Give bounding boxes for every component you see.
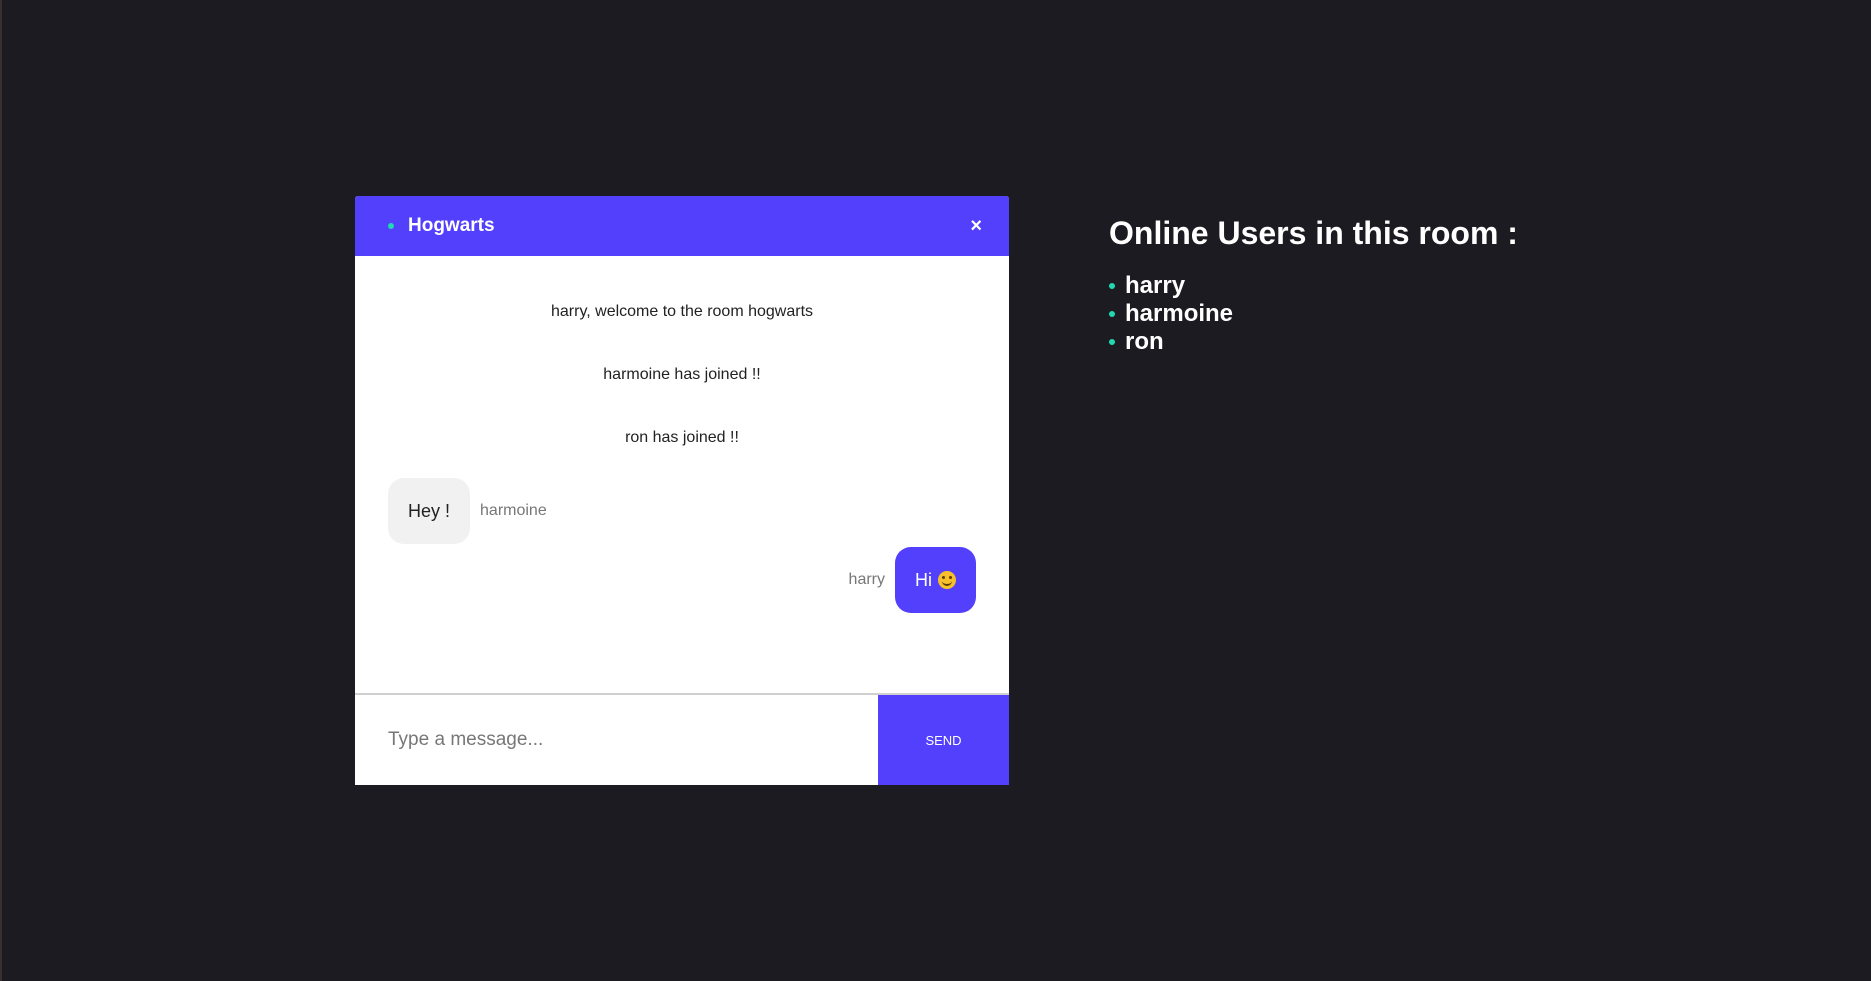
online-user-name: harmoine <box>1125 300 1234 327</box>
message-text: Hi <box>915 569 932 590</box>
system-message: harry, welcome to the room hogwarts <box>550 303 814 320</box>
sender-name: harry <box>848 571 885 588</box>
online-user-item: harmoine <box>1109 300 1518 328</box>
close-button[interactable]: × <box>970 216 982 236</box>
bullet-icon <box>1109 311 1115 317</box>
message-text: Hey ! <box>408 500 451 521</box>
message-input[interactable] <box>355 695 878 785</box>
outgoing-message-row: harry Hi <box>849 547 976 613</box>
message-list: harry, welcome to the room hogwarts harm… <box>355 256 1009 691</box>
online-user-item: ron <box>1109 328 1518 356</box>
incoming-message-row: Hey ! harmoine <box>388 478 547 544</box>
send-button[interactable]: SEND <box>878 695 1009 785</box>
bullet-icon <box>1109 283 1115 289</box>
online-status-icon <box>388 223 394 229</box>
system-message: harmoine has joined !! <box>603 366 761 383</box>
room-title: Hogwarts <box>408 215 495 236</box>
smile-icon <box>938 571 956 589</box>
chat-header: Hogwarts × <box>355 196 1009 256</box>
online-users-panel: Online Users in this room : harry harmoi… <box>1109 215 1518 356</box>
message-composer: SEND <box>355 693 1009 785</box>
system-message: ron has joined !! <box>625 429 739 446</box>
online-user-name: ron <box>1125 328 1164 355</box>
online-user-item: harry <box>1109 272 1518 300</box>
sender-name: harmoine <box>480 502 547 519</box>
bullet-icon <box>1109 339 1115 345</box>
online-user-name: harry <box>1125 272 1186 299</box>
outgoing-message-bubble: Hi <box>895 547 976 613</box>
chat-window: Hogwarts × harry, welcome to the room ho… <box>355 196 1009 785</box>
online-users-heading: Online Users in this room : <box>1109 215 1518 251</box>
incoming-message-bubble: Hey ! <box>388 478 471 544</box>
window-edge <box>0 0 2 981</box>
online-users-list: harry harmoine ron <box>1109 272 1518 356</box>
